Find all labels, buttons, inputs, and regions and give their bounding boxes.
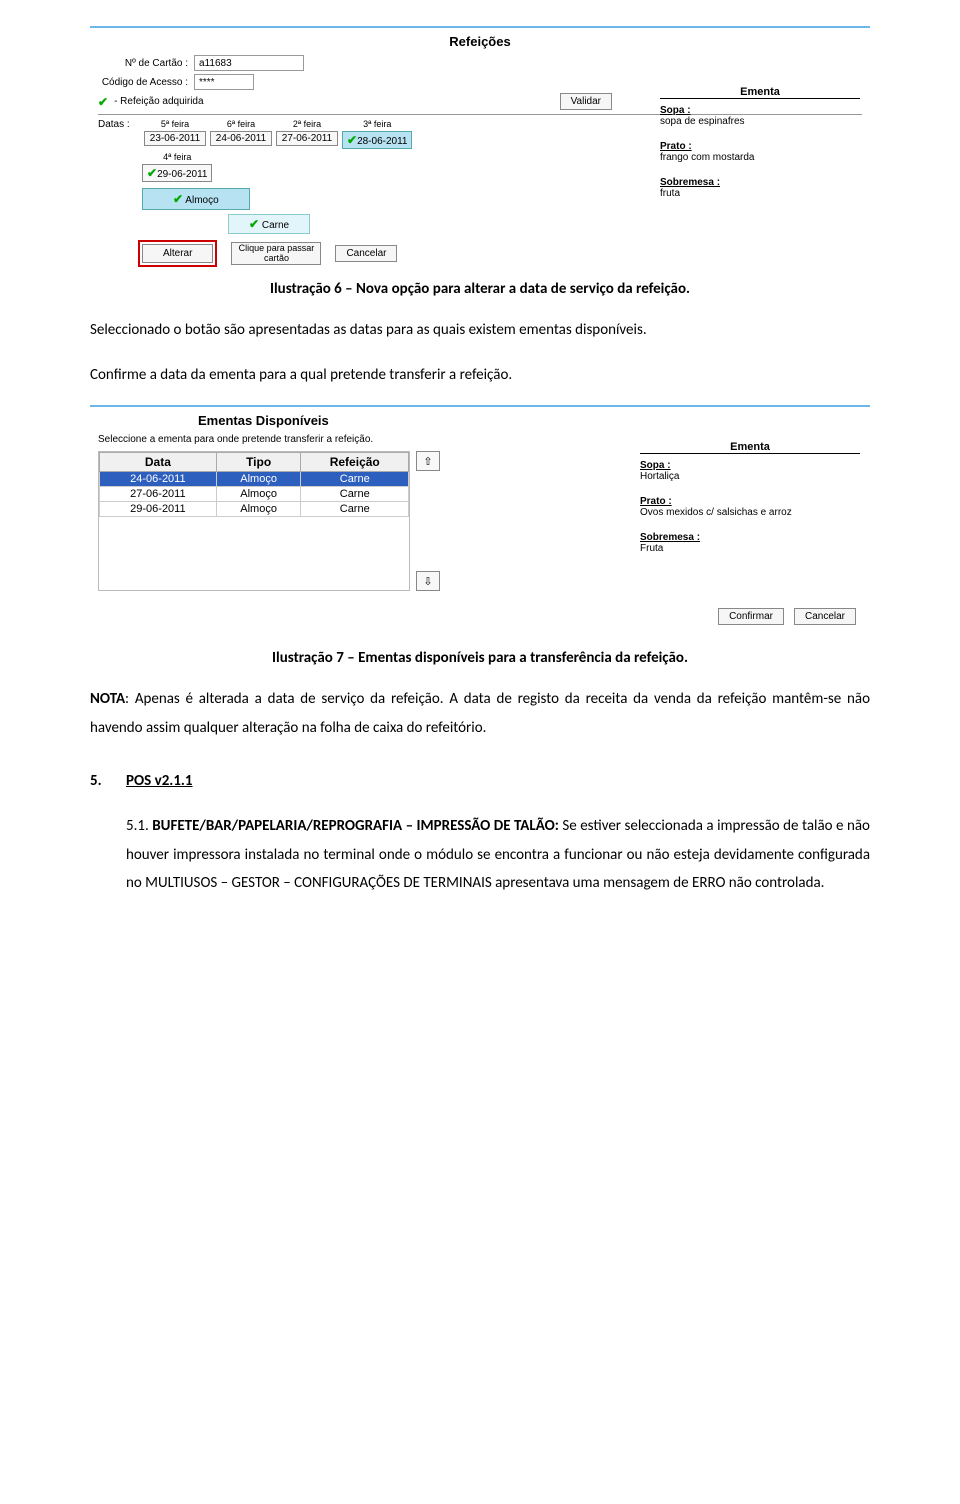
check-icon: ✔ <box>249 217 259 231</box>
prato-value: frango com mostarda <box>660 152 860 163</box>
day-label: 4ª feira <box>163 152 191 162</box>
prato-label: Prato : <box>660 141 860 152</box>
alterar-button[interactable]: Alterar <box>142 244 213 263</box>
caption-2: Ilustração 7 – Ementas disponíveis para … <box>90 649 870 667</box>
ementa-heading: Ementa <box>660 86 860 99</box>
date-button[interactable]: 23-06-2011 <box>144 131 206 146</box>
ementas-table[interactable]: Data Tipo Refeição 24-06-2011 Almoço Car… <box>99 452 409 517</box>
check-icon: ✔ <box>147 166 157 180</box>
confirmar-button[interactable]: Confirmar <box>718 608 784 625</box>
day-label: 6ª feira <box>227 119 255 129</box>
col-refeicao: Refeição <box>301 453 409 472</box>
cartao-input[interactable] <box>194 55 304 71</box>
carne-tab[interactable]: ✔ Carne <box>228 214 310 234</box>
date-button[interactable]: 27-06-2011 <box>276 131 338 146</box>
alterar-highlight: Alterar <box>138 240 217 267</box>
cancelar-button[interactable]: Cancelar <box>335 245 397 262</box>
cancelar-button[interactable]: Cancelar <box>794 608 856 625</box>
table-row[interactable]: 29-06-2011 Almoço Carne <box>100 502 409 517</box>
window-title: Ementas Disponíveis <box>98 413 862 428</box>
ementas-table-wrap: Data Tipo Refeição 24-06-2011 Almoço Car… <box>98 451 410 591</box>
check-icon: ✔ <box>347 133 357 147</box>
list-item: 5.1. BUFETE/BAR/PAPELARIA/REPROGRAFIA – … <box>126 812 870 898</box>
screenshot-ementas: Ementas Disponíveis Seleccione a ementa … <box>90 405 870 635</box>
check-icon: ✔ <box>98 95 108 109</box>
sobremesa-value: fruta <box>660 188 860 199</box>
validar-button[interactable]: Validar <box>560 93 612 110</box>
prato-label: Prato : <box>640 496 860 507</box>
label-cartao: Nº de Cartão : <box>98 58 188 69</box>
day-label: 2ª feira <box>293 119 321 129</box>
date-button[interactable]: ✔29-06-2011 <box>142 164 212 182</box>
screenshot-refeicoes: Refeições Nº de Cartão : Código de Acess… <box>90 26 870 266</box>
label-adquirida: - Refeição adquirida <box>114 96 204 107</box>
section-title: POS v2.1.1 <box>126 772 193 790</box>
caption-1: Ilustração 6 – Nova opção para alterar a… <box>90 280 870 298</box>
item-strong: BUFETE/BAR/PAPELARIA/REPROGRAFIA – IMPRE… <box>152 817 559 835</box>
ementa-panel: Ementa Sopa : Hortaliça Prato : Ovos mex… <box>640 441 860 568</box>
sopa-label: Sopa : <box>640 460 860 471</box>
section-number: 5. <box>90 772 126 790</box>
sobremesa-label: Sobremesa : <box>640 532 860 543</box>
sobremesa-label: Sobremesa : <box>660 177 860 188</box>
nota-text: : Apenas é alterada a data de serviço da… <box>90 690 870 737</box>
check-icon: ✔ <box>173 192 183 206</box>
col-tipo: Tipo <box>216 453 301 472</box>
label-codigo: Código de Acesso : <box>98 77 188 88</box>
prato-value: Ovos mexidos c/ salsichas e arroz <box>640 507 860 518</box>
clique-cartao-button[interactable]: Clique para passar cartão <box>231 242 321 266</box>
codigo-input[interactable] <box>194 74 254 90</box>
sobremesa-value: Fruta <box>640 543 860 554</box>
ementa-heading: Ementa <box>640 441 860 454</box>
arrow-down-button[interactable]: ⇩ <box>416 571 440 591</box>
item-number: 5.1. <box>126 817 149 835</box>
section-heading: 5.POS v2.1.1 <box>90 772 870 790</box>
label-datas: Datas : <box>98 119 138 130</box>
day-label: 5ª feira <box>161 119 189 129</box>
paragraph: Confirme a data da ementa para a qual pr… <box>90 361 870 390</box>
sopa-label: Sopa : <box>660 105 860 116</box>
paragraph: Seleccionado o botão são apresentadas as… <box>90 316 870 345</box>
arrow-up-button[interactable]: ⇧ <box>416 451 440 471</box>
date-button-selected[interactable]: ✔28-06-2011 <box>342 131 412 149</box>
window-title: Refeições <box>98 34 862 49</box>
paragraph-nota: NOTA: Apenas é alterada a data de serviç… <box>90 685 870 742</box>
nota-strong: NOTA <box>90 690 125 708</box>
almoco-tab[interactable]: ✔ Almoço <box>142 188 250 210</box>
ementa-panel: Ementa Sopa : sopa de espinafres Prato :… <box>660 86 860 213</box>
table-row[interactable]: 27-06-2011 Almoço Carne <box>100 487 409 502</box>
date-button[interactable]: 24-06-2011 <box>210 131 272 146</box>
day-label: 3ª feira <box>363 119 391 129</box>
table-row-selected[interactable]: 24-06-2011 Almoço Carne <box>100 472 409 487</box>
sopa-value: Hortaliça <box>640 471 860 482</box>
sopa-value: sopa de espinafres <box>660 116 860 127</box>
col-data: Data <box>100 453 217 472</box>
